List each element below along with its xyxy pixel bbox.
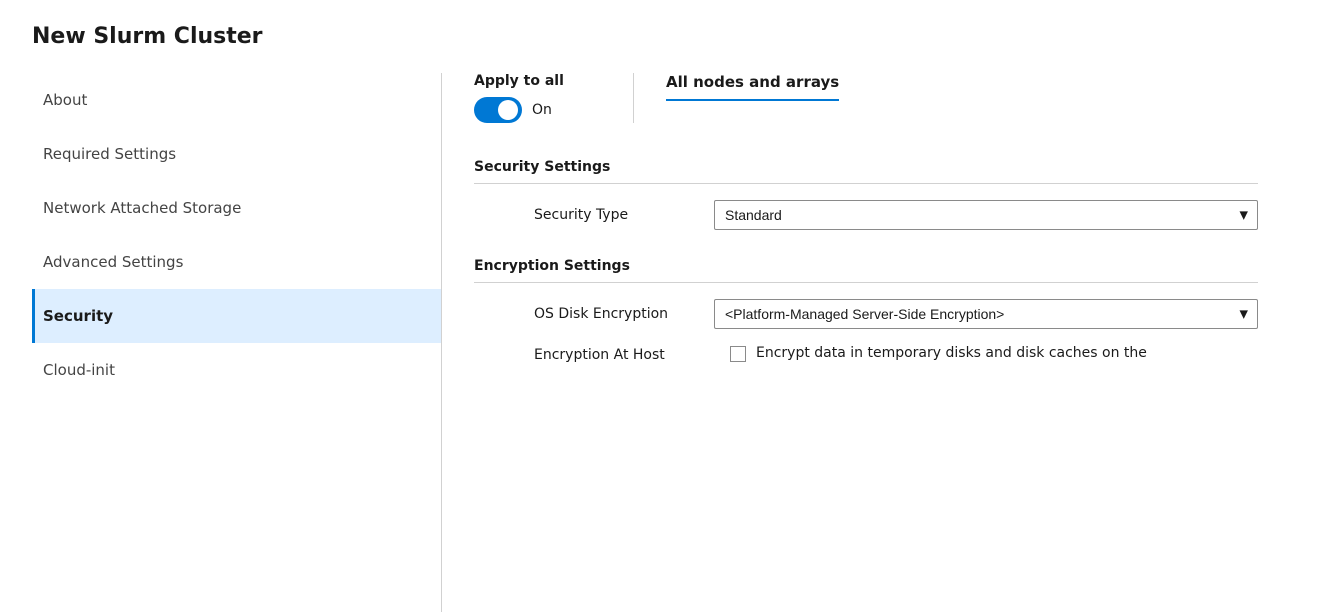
- sidebar-item-security[interactable]: Security: [32, 289, 441, 343]
- os-disk-select[interactable]: <Platform-Managed Server-Side Encryption…: [714, 299, 1258, 329]
- sidebar-item-network-attached-storage[interactable]: Network Attached Storage: [32, 181, 441, 235]
- sidebar-item-advanced-settings[interactable]: Advanced Settings: [32, 235, 441, 289]
- encryption-settings-heading: Encryption Settings: [474, 246, 1258, 283]
- encryption-at-host-content: Encrypt data in temporary disks and disk…: [730, 345, 1147, 362]
- os-disk-select-wrapper: <Platform-Managed Server-Side Encryption…: [714, 299, 1258, 329]
- encryption-at-host-label: Encryption At Host: [534, 345, 714, 363]
- security-type-row: Security Type Standard ConfidentialVM Tr…: [474, 200, 1258, 230]
- apply-to-all-label: Apply to all: [474, 73, 601, 89]
- security-settings-heading: Security Settings: [474, 147, 1258, 184]
- security-type-select[interactable]: Standard ConfidentialVM TrustedLaunch: [714, 200, 1258, 230]
- sidebar: About Required Settings Network Attached…: [32, 73, 442, 612]
- top-row: Apply to all On All nodes and arrays: [474, 73, 1258, 123]
- tabs-section: All nodes and arrays: [634, 73, 839, 101]
- toggle-row: On: [474, 97, 601, 123]
- sidebar-item-about[interactable]: About: [32, 73, 441, 127]
- os-disk-encryption-row: OS Disk Encryption <Platform-Managed Ser…: [474, 299, 1258, 329]
- encryption-at-host-desc: Encrypt data in temporary disks and disk…: [756, 345, 1147, 361]
- apply-to-all-toggle[interactable]: [474, 97, 522, 123]
- tab-all-nodes-arrays[interactable]: All nodes and arrays: [666, 73, 839, 101]
- sidebar-item-cloud-init[interactable]: Cloud-init: [32, 343, 441, 397]
- security-type-select-wrapper: Standard ConfidentialVM TrustedLaunch ▼: [714, 200, 1258, 230]
- toggle-knob: [498, 100, 518, 120]
- os-disk-encryption-control: <Platform-Managed Server-Side Encryption…: [714, 299, 1258, 329]
- page-title: New Slurm Cluster: [32, 24, 1290, 49]
- toggle-state-label: On: [532, 102, 552, 118]
- encryption-at-host-row: Encryption At Host Encrypt data in tempo…: [474, 345, 1258, 363]
- page-container: New Slurm Cluster About Required Setting…: [0, 0, 1322, 612]
- security-type-label: Security Type: [534, 207, 714, 223]
- apply-section: Apply to all On: [474, 73, 634, 123]
- os-disk-encryption-label: OS Disk Encryption: [534, 306, 714, 322]
- sidebar-item-required-settings[interactable]: Required Settings: [32, 127, 441, 181]
- security-type-control: Standard ConfidentialVM TrustedLaunch ▼: [714, 200, 1258, 230]
- main-layout: About Required Settings Network Attached…: [32, 73, 1290, 612]
- encryption-at-host-checkbox[interactable]: [730, 346, 746, 362]
- content-area: Apply to all On All nodes and arrays Sec…: [442, 73, 1290, 612]
